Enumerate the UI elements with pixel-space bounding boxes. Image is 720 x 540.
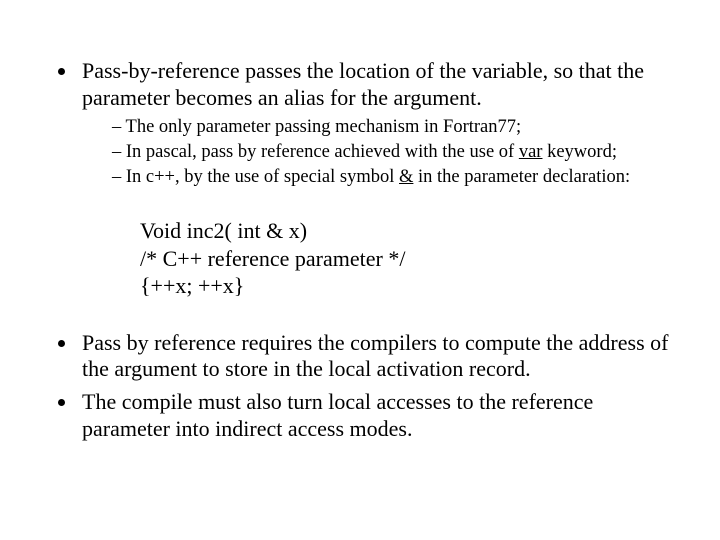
bullet-1: Pass-by-reference passes the location of… [78, 58, 670, 189]
sub-bullet-3-text-b: in the parameter declaration: [413, 167, 630, 187]
code-line-2: /* C++ reference parameter */ [140, 245, 670, 273]
sub-bullet-3-text-a: In c++, by the use of special symbol [126, 167, 399, 187]
bullet-4-text: The compile must also turn local accesse… [82, 389, 593, 441]
bullet-3-text: Pass by reference requires the compilers… [82, 330, 668, 382]
sub-bullet-2-text-b: keyword; [542, 142, 617, 162]
sub-bullet-3: In c++, by the use of special symbol & i… [112, 166, 670, 189]
sub-bullet-2-text-a: In pascal, pass by reference achieved wi… [126, 142, 519, 162]
code-block: Void inc2( int & x) /* C++ reference par… [140, 217, 670, 300]
bullet-4: The compile must also turn local accesse… [78, 389, 670, 443]
sub-bullet-3-underline: & [399, 167, 413, 187]
sub-bullet-1-text: The only parameter passing mechanism in … [126, 117, 522, 137]
sub-bullet-1: The only parameter passing mechanism in … [112, 116, 670, 139]
bullet-1-text: Pass-by-reference passes the location of… [82, 58, 644, 110]
code-line-1: Void inc2( int & x) [140, 217, 670, 245]
sub-bullet-2-underline: var [519, 142, 543, 162]
slide: Pass-by-reference passes the location of… [0, 0, 720, 540]
bullet-3: Pass by reference requires the compilers… [78, 330, 670, 384]
sub-bullet-list: The only parameter passing mechanism in … [82, 116, 670, 189]
code-line-3: {++x; ++x} [140, 272, 670, 300]
bullet-list-bottom: Pass by reference requires the compilers… [50, 330, 670, 443]
bullet-list-top: Pass-by-reference passes the location of… [50, 58, 670, 189]
sub-bullet-2: In pascal, pass by reference achieved wi… [112, 141, 670, 164]
